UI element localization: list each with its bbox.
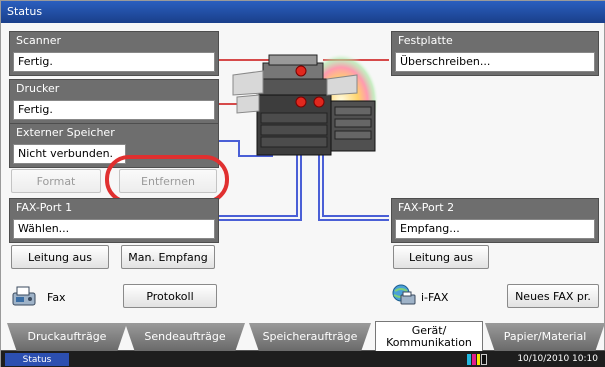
entfernen-button[interactable]: Entfernen bbox=[119, 169, 217, 193]
tab-papier-material[interactable]: Papier/Material bbox=[485, 323, 605, 351]
tab-geraet-kommunikation[interactable]: Gerät/ Kommunikation bbox=[375, 321, 483, 352]
fax-port-2-panel: FAX-Port 2 Empfang... bbox=[391, 198, 599, 243]
tab-sendeauftraege[interactable]: Sendeaufträge bbox=[125, 323, 245, 351]
scanner-panel: Scanner Fertig. bbox=[9, 31, 219, 76]
leitung-aus-1-button[interactable]: Leitung aus bbox=[11, 245, 109, 269]
fax2-line-a bbox=[322, 151, 389, 217]
scanner-title: Scanner bbox=[16, 34, 62, 47]
fax-label: Fax bbox=[47, 291, 66, 304]
externer-speicher-status: Nicht verbunden. bbox=[13, 144, 126, 164]
fax1-line-b bbox=[219, 151, 302, 221]
status-screen: Status Scanner Fertig. Drucker Fertig. E… bbox=[0, 0, 605, 367]
neues-fax-button[interactable]: Neues FAX pr. bbox=[507, 284, 599, 308]
fax-port-2-status: Empfang... bbox=[395, 219, 595, 239]
drucker-title: Drucker bbox=[16, 82, 60, 95]
tab-druckauftraege[interactable]: Druckaufträge bbox=[7, 323, 127, 351]
drucker-status: Fertig. bbox=[13, 100, 215, 120]
scanner-status: Fertig. bbox=[13, 52, 215, 72]
status-button[interactable]: Status bbox=[5, 353, 69, 366]
leitung-aus-2-button[interactable]: Leitung aus bbox=[393, 245, 489, 269]
fax-port-1-status: Wählen... bbox=[13, 219, 215, 239]
tab-bar: Druckaufträge Sendeaufträge Speicherauft… bbox=[1, 321, 605, 352]
drucker-panel: Drucker Fertig. bbox=[9, 79, 219, 124]
festplatte-title: Festplatte bbox=[398, 34, 453, 47]
fax2-line-b bbox=[318, 151, 389, 221]
externer-speicher-title: Externer Speicher bbox=[16, 126, 115, 139]
toner-indicator-icon bbox=[467, 354, 487, 365]
fax-port-1-title: FAX-Port 1 bbox=[16, 201, 73, 214]
status-bar: Status 10/10/2010 10:10 bbox=[1, 351, 605, 367]
format-button[interactable]: Format bbox=[11, 169, 101, 193]
fax-port-2-title: FAX-Port 2 bbox=[398, 201, 455, 214]
protokoll-button[interactable]: Protokoll bbox=[123, 284, 217, 308]
man-empfang-button[interactable]: Man. Empfang bbox=[121, 245, 215, 269]
fax-icon bbox=[12, 286, 36, 306]
ifax-icon bbox=[392, 284, 416, 305]
fax-port-1-panel: FAX-Port 1 Wählen... bbox=[9, 198, 219, 243]
festplatte-status: Überschreiben... bbox=[395, 52, 595, 72]
festplatte-panel: Festplatte Überschreiben... bbox=[391, 31, 599, 76]
fax1-line-a bbox=[219, 151, 298, 217]
externer-speicher-panel: Externer Speicher Nicht verbunden. bbox=[9, 123, 219, 168]
datetime: 10/10/2010 10:10 bbox=[517, 354, 598, 364]
tab-speicherauftraege[interactable]: Speicheraufträge bbox=[249, 323, 371, 351]
ifax-label: i-FAX bbox=[421, 291, 449, 304]
